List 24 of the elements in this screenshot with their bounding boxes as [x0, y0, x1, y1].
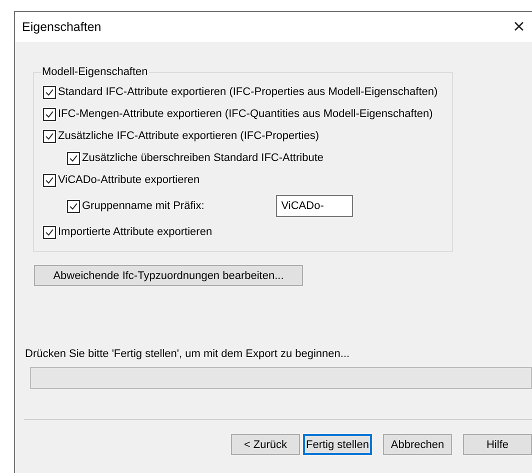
checkbox-label: Gruppenname mit Präfix: — [82, 200, 204, 212]
checkbox-label: Zusätzliche IFC-Attribute exportieren (IFC-Properties) — [58, 130, 320, 142]
checkbox-label: Importierte Attribute exportieren — [58, 226, 212, 238]
group-title: Modell-Eigenschaften — [41, 66, 149, 78]
checkbox[interactable] — [67, 200, 80, 212]
close-button[interactable]: × — [506, 16, 532, 38]
prefix-field[interactable]: ViCADo- — [276, 195, 354, 217]
checkbox[interactable] — [43, 108, 56, 120]
dialog-button[interactable]: Hilfe — [463, 434, 532, 455]
dialog-button[interactable]: Fertig stellen — [303, 434, 372, 455]
checkbox[interactable] — [67, 152, 80, 164]
checkbox-label: Zusätzliche überschreiben Standard IFC-Attribute — [82, 152, 324, 164]
checkbox-label: Standard IFC-Attribute exportieren (IFC-Properties aus Modell-Eigenschaften) — [58, 86, 438, 98]
dialog-button[interactable]: Abbrechen — [383, 434, 452, 455]
checkbox[interactable] — [43, 174, 56, 186]
dialog-button[interactable]: < Zurück — [231, 434, 300, 455]
checkbox[interactable] — [43, 130, 56, 142]
edit-mapping-button[interactable]: Abweichende Ifc-Typzuordnungen bearbeiten... — [34, 265, 303, 286]
checkbox[interactable] — [43, 226, 56, 238]
checkbox[interactable] — [43, 86, 56, 98]
status-text: Drücken Sie bitte 'Fertig stellen', um mit dem Export zu beginnen... — [25, 348, 351, 362]
checkbox-label: IFC-Mengen-Attribute exportieren (IFC-Quantities aus Modell-Eigenschaften) — [58, 108, 433, 120]
window-title: Eigenschaften — [22, 20, 102, 34]
checkbox-label: ViCADo-Attribute exportieren — [58, 174, 200, 186]
